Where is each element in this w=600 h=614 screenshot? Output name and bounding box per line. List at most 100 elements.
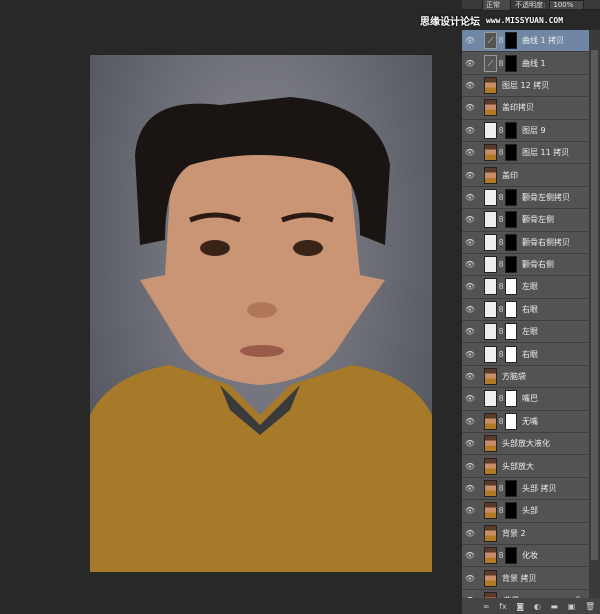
link-icon[interactable]: 8: [497, 193, 505, 202]
layer-row[interactable]: 👁8头部: [462, 500, 589, 522]
layer-row[interactable]: 👁盖印: [462, 164, 589, 186]
link-icon[interactable]: 8: [497, 327, 505, 336]
layer-mask-thumbnail[interactable]: [505, 234, 517, 251]
opacity-input[interactable]: 100%: [549, 0, 584, 10]
visibility-eye-icon[interactable]: 👁: [462, 462, 478, 471]
layer-row[interactable]: 👁8嘴巴: [462, 388, 589, 410]
layer-mask-thumbnail[interactable]: [505, 390, 517, 407]
link-icon[interactable]: 8: [497, 282, 505, 291]
document-canvas[interactable]: [0, 0, 462, 614]
layer-row[interactable]: 👁头部放大: [462, 455, 589, 477]
layer-mask-thumbnail[interactable]: [505, 32, 517, 49]
layer-row[interactable]: 👁8化妆: [462, 545, 589, 567]
link-icon[interactable]: 8: [497, 238, 505, 247]
link-icon[interactable]: 8: [497, 506, 505, 515]
link-icon[interactable]: 8: [497, 260, 505, 269]
visibility-eye-icon[interactable]: 👁: [462, 529, 478, 538]
layer-mask-thumbnail[interactable]: [505, 278, 517, 295]
layer-row[interactable]: 👁8右眼: [462, 299, 589, 321]
visibility-eye-icon[interactable]: 👁: [462, 551, 478, 560]
link-icon[interactable]: 8: [497, 551, 505, 560]
new-layer-icon[interactable]: ▣: [568, 602, 576, 611]
scrollbar-thumb[interactable]: [591, 50, 598, 560]
layer-row[interactable]: 👁盖印拷贝: [462, 97, 589, 119]
blend-mode-select[interactable]: 正常: [482, 0, 511, 11]
layer-mask-thumbnail[interactable]: [505, 547, 517, 564]
link-icon[interactable]: 8: [497, 305, 505, 314]
layer-row[interactable]: 👁头部放大液化: [462, 433, 589, 455]
link-icon[interactable]: 8: [497, 394, 505, 403]
visibility-eye-icon[interactable]: 👁: [462, 36, 478, 45]
layer-mask-thumbnail[interactable]: [505, 301, 517, 318]
visibility-eye-icon[interactable]: 👁: [462, 193, 478, 202]
layer-mask-thumbnail[interactable]: [505, 323, 517, 340]
link-icon[interactable]: 8: [497, 350, 505, 359]
link-icon[interactable]: 8: [497, 484, 505, 493]
layer-row[interactable]: 👁8左眼: [462, 276, 589, 298]
layer-mask-thumbnail[interactable]: [505, 480, 517, 497]
layer-mask-thumbnail[interactable]: [505, 346, 517, 363]
visibility-eye-icon[interactable]: 👁: [462, 215, 478, 224]
adjustment-layer-icon[interactable]: ◐: [534, 602, 541, 611]
layer-mask-thumbnail[interactable]: [505, 413, 517, 430]
layer-row[interactable]: 👁8头部 拷贝: [462, 478, 589, 500]
layer-thumbnail: [484, 458, 497, 475]
visibility-eye-icon[interactable]: 👁: [462, 394, 478, 403]
link-icon[interactable]: 8: [497, 126, 505, 135]
layers-scrollbar[interactable]: [589, 30, 600, 598]
visibility-eye-icon[interactable]: 👁: [462, 327, 478, 336]
layer-thumbnail: [484, 390, 497, 407]
layer-row[interactable]: 👁 方脑袋: [462, 366, 589, 388]
visibility-eye-icon[interactable]: 👁: [462, 171, 478, 180]
link-icon[interactable]: 8: [497, 215, 505, 224]
visibility-eye-icon[interactable]: 👁: [462, 417, 478, 426]
layer-mask-thumbnail[interactable]: [505, 55, 517, 72]
visibility-eye-icon[interactable]: 👁: [462, 372, 478, 381]
add-mask-icon[interactable]: ◙: [516, 602, 524, 611]
visibility-eye-icon[interactable]: 👁: [462, 59, 478, 68]
link-icon[interactable]: 8: [497, 148, 505, 157]
layer-mask-thumbnail[interactable]: [505, 502, 517, 519]
layer-row[interactable]: 👁8左眼: [462, 321, 589, 343]
link-icon[interactable]: 8: [497, 36, 505, 45]
layer-row[interactable]: 👁8图层 11 拷贝: [462, 142, 589, 164]
layer-name: 方脑袋: [502, 371, 526, 382]
layer-row[interactable]: 👁⟋8曲线 1 拷贝: [462, 30, 589, 52]
link-icon[interactable]: 8: [497, 59, 505, 68]
trash-icon[interactable]: 🗑: [585, 602, 595, 611]
layer-row[interactable]: 👁背景 拷贝: [462, 567, 589, 589]
layer-row[interactable]: 👁8右眼: [462, 343, 589, 365]
layer-row[interactable]: 👁⟋8曲线 1: [462, 52, 589, 74]
layer-row[interactable]: 👁8无嘴: [462, 411, 589, 433]
layer-row[interactable]: 👁背景 2: [462, 523, 589, 545]
layer-mask-thumbnail[interactable]: [505, 256, 517, 273]
watermark-text: 思缘设计论坛: [420, 13, 480, 28]
visibility-eye-icon[interactable]: 👁: [462, 238, 478, 247]
layer-row[interactable]: 👁8图层 9: [462, 120, 589, 142]
visibility-eye-icon[interactable]: 👁: [462, 484, 478, 493]
link-icon[interactable]: 8: [497, 417, 505, 426]
visibility-eye-icon[interactable]: 👁: [462, 574, 478, 583]
layer-mask-thumbnail[interactable]: [505, 211, 517, 228]
new-group-icon[interactable]: ▬: [551, 602, 559, 611]
layer-mask-thumbnail[interactable]: [505, 122, 517, 139]
visibility-eye-icon[interactable]: 👁: [462, 148, 478, 157]
visibility-eye-icon[interactable]: 👁: [462, 305, 478, 314]
visibility-eye-icon[interactable]: 👁: [462, 81, 478, 90]
layer-row[interactable]: 👁8颧骨右侧: [462, 254, 589, 276]
visibility-eye-icon[interactable]: 👁: [462, 260, 478, 269]
layer-row[interactable]: 👁8颧骨右侧拷贝: [462, 232, 589, 254]
visibility-eye-icon[interactable]: 👁: [462, 439, 478, 448]
layer-row[interactable]: 👁图层 12 拷贝: [462, 75, 589, 97]
visibility-eye-icon[interactable]: 👁: [462, 350, 478, 359]
layer-row[interactable]: 👁8颧骨左侧拷贝: [462, 187, 589, 209]
visibility-eye-icon[interactable]: 👁: [462, 506, 478, 515]
visibility-eye-icon[interactable]: 👁: [462, 282, 478, 291]
layer-mask-thumbnail[interactable]: [505, 144, 517, 161]
layer-row[interactable]: 👁8颧骨左侧: [462, 209, 589, 231]
fx-icon[interactable]: fx: [499, 602, 507, 611]
layer-mask-thumbnail[interactable]: [505, 189, 517, 206]
visibility-eye-icon[interactable]: 👁: [462, 126, 478, 135]
visibility-eye-icon[interactable]: 👁: [462, 103, 478, 112]
link-layers-icon[interactable]: ∞: [483, 602, 490, 611]
